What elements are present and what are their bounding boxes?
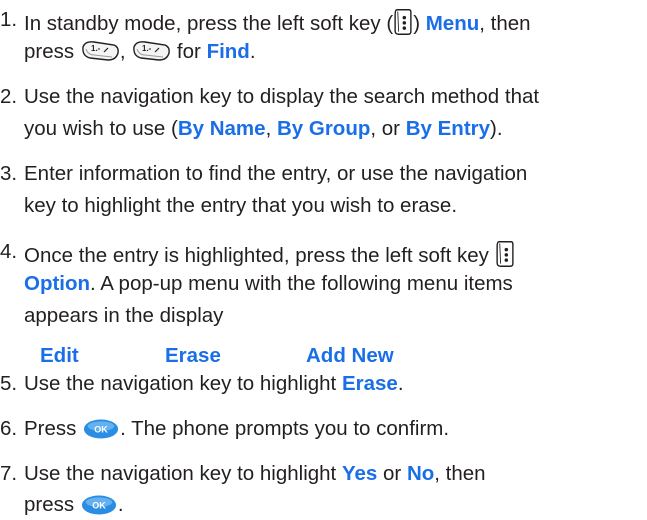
step-text: , or (370, 117, 406, 140)
step-text: , (119, 40, 132, 63)
step-text: , then (434, 462, 486, 485)
step-text: Press (24, 417, 83, 440)
menu-option-erase: Erase (165, 344, 221, 367)
step-number: 3. (0, 162, 18, 185)
left-soft-key-icon (495, 240, 515, 268)
menu-option-edit: Edit (40, 344, 79, 367)
step-text: Use the navigation key to highlight (24, 462, 342, 485)
no-term: No (406, 462, 435, 485)
menu-term: Menu (425, 12, 480, 35)
step-text: . A pop-up menu with the following menu … (90, 272, 513, 295)
popup-menu-options: Edit Erase Add New (40, 344, 440, 368)
step-text: press (24, 40, 80, 63)
step-number: 4. (0, 240, 18, 263)
by-group-term: By Group (276, 117, 371, 140)
step-text: . (249, 40, 256, 63)
step-text: Use the navigation key to highlight (24, 372, 342, 395)
step-number: 1. (0, 8, 18, 31)
step-text: Use the navigation key to display the se… (24, 85, 540, 108)
left-soft-key-icon (393, 8, 413, 36)
step-text: Enter information to find the entry, or … (24, 162, 528, 185)
step-text: . The phone prompts you to confirm. (120, 417, 450, 440)
find-term: Find (206, 40, 250, 63)
erase-term: Erase (341, 372, 398, 395)
key-1-icon (80, 39, 120, 63)
step-number: 5. (0, 372, 18, 395)
step-text: Once the entry is highlighted, press the… (24, 244, 489, 267)
step-text: . (117, 493, 124, 516)
ok-key-icon (82, 418, 120, 440)
step-text: In standby mode, press the left soft key… (24, 12, 394, 35)
step-number: 7. (0, 462, 18, 485)
step-number: 2. (0, 85, 18, 108)
menu-option-add-new: Add New (306, 344, 394, 367)
by-name-term: By Name (177, 117, 266, 140)
step-text: . (397, 372, 404, 395)
key-1-icon (131, 39, 171, 63)
yes-term: Yes (341, 462, 378, 485)
step-text: for (171, 40, 207, 63)
step-text: , (265, 117, 277, 140)
ok-key-icon (80, 494, 118, 516)
step-text: you wish to use ( (24, 117, 178, 140)
step-text: , then (479, 12, 531, 35)
option-term: Option (24, 272, 91, 295)
step-text: or (377, 462, 407, 485)
step-text: ). (490, 117, 503, 140)
by-entry-term: By Entry (405, 117, 491, 140)
step-text: appears in the display (24, 304, 224, 327)
step-text: ) (413, 12, 426, 35)
step-text: key to highlight the entry that you wish… (24, 194, 458, 217)
step-text: press (24, 493, 80, 516)
step-number: 6. (0, 417, 18, 440)
